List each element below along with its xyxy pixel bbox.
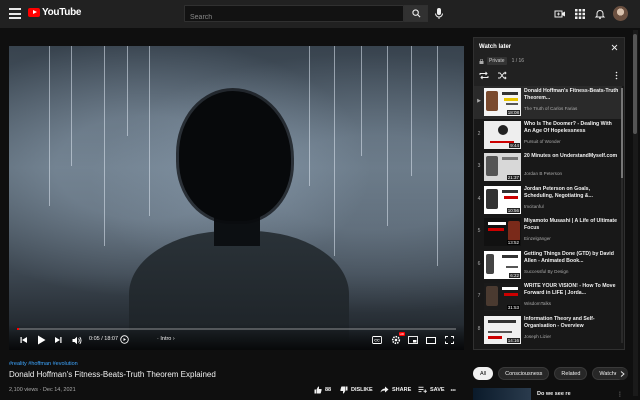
video-thumbnail[interactable]: 31:53 <box>484 283 521 311</box>
chip-all[interactable]: All <box>473 367 494 380</box>
youtube-logo[interactable]: YouTube <box>28 7 82 18</box>
thumbs-up-icon <box>314 386 322 394</box>
person-silhouette-head <box>179 91 291 221</box>
filter-chips: All Consciousness Related Watched <box>473 367 628 380</box>
video-thumbnail[interactable]: 10:56 <box>484 185 521 214</box>
like-count: 88 <box>325 387 332 393</box>
play-icon[interactable] <box>35 334 47 346</box>
loop-icon[interactable] <box>479 71 489 80</box>
lock-icon <box>479 58 484 64</box>
settings-gear-icon[interactable]: HD <box>389 332 405 346</box>
playlist-items: ▶ 18:08 Donald Hoffman's Fitness-Beats-T… <box>474 86 622 346</box>
playlist-header: Watch later Private 1 / 16 <box>474 38 624 86</box>
playlist-scrollbar[interactable] <box>621 88 623 343</box>
playlist-title[interactable]: Watch later <box>479 44 511 50</box>
like-button[interactable]: 88 <box>314 386 331 394</box>
save-playlist-icon <box>418 386 427 393</box>
playlist-position: 1 / 16 <box>511 58 525 64</box>
user-avatar[interactable] <box>613 6 628 21</box>
miniplayer-icon[interactable] <box>407 334 419 346</box>
video-thumbnail[interactable]: 13:52 <box>484 218 521 246</box>
video-frame[interactable] <box>9 46 464 350</box>
search-icon <box>411 9 420 18</box>
video-meta: 2,100 views · Dec 14, 2021 <box>9 387 76 393</box>
video-hashtags[interactable]: #reality #hoffman #evolution <box>9 361 78 367</box>
playlist-item[interactable]: 6 6:22 Getting Things Done (GTD) by Davi… <box>474 249 622 282</box>
thumbs-down-icon <box>340 386 348 394</box>
next-icon[interactable] <box>53 334 63 346</box>
video-title: Donald Hoffman's Fitness-Beats-Truth The… <box>9 370 216 379</box>
playlist-item[interactable]: 8 14:16 Information Theory and Self-Orga… <box>474 314 622 347</box>
search-button[interactable] <box>404 5 428 22</box>
recommended-video[interactable]: Do we see re ⋮ <box>473 388 623 400</box>
video-thumbnail[interactable]: 18:08 <box>484 88 521 116</box>
top-bar: YouTube <box>0 0 640 28</box>
video-thumbnail[interactable]: 21:37 <box>484 153 521 181</box>
chip-consciousness[interactable]: Consciousness <box>498 367 550 380</box>
playlist-subtitle: Private 1 / 16 <box>479 57 524 65</box>
playlist-item[interactable]: 5 13:52 Miyamoto Musashi | A Life of Ult… <box>474 216 622 249</box>
playlist-item[interactable]: 7 31:53 WRITE YOUR VISION! - How To Move… <box>474 281 622 314</box>
share-button[interactable]: SHARE <box>380 386 411 393</box>
chevron-right-icon[interactable] <box>616 368 628 380</box>
playlist-item[interactable]: ▶ 18:08 Donald Hoffman's Fitness-Beats-T… <box>474 86 622 119</box>
shuffle-icon[interactable] <box>497 71 507 80</box>
create-video-icon[interactable] <box>554 8 566 20</box>
chip-related[interactable]: Related <box>554 367 588 380</box>
search-box <box>184 5 404 25</box>
video-thumbnail[interactable]: 14:16 <box>484 315 521 344</box>
captions-icon[interactable]: CC <box>371 334 383 346</box>
playlist-privacy: Private <box>487 57 507 65</box>
page-scrollbar[interactable] <box>633 30 638 396</box>
notifications-bell-icon[interactable] <box>594 8 606 20</box>
logo-text: YouTube <box>42 7 82 18</box>
save-button[interactable]: SAVE <box>418 386 445 393</box>
playlist-item[interactable]: 4 10:56 Jordan Peterson on Goals, Schedu… <box>474 184 622 217</box>
apps-grid-icon[interactable] <box>574 8 586 20</box>
video-player[interactable]: 0:05 / 18:07 · Intro › CC HD <box>9 46 464 350</box>
playlist-panel: Watch later Private 1 / 16 ▶ 18:08 Donal… <box>473 37 625 350</box>
time-display: 0:05 / 18:07 <box>89 336 119 342</box>
close-icon[interactable] <box>611 44 618 51</box>
theater-mode-icon[interactable] <box>425 334 437 346</box>
more-vert-icon[interactable]: ⋮ <box>617 391 623 398</box>
progress-bar[interactable] <box>17 328 456 330</box>
playlist-item[interactable]: 2 9:44 Who Is The Doomer? - Dealing With… <box>474 119 622 152</box>
video-thumbnail[interactable]: 6:22 <box>484 250 521 279</box>
playlist-item[interactable]: 3 21:37 20 Minutes on UnderstandMyself.c… <box>474 151 622 184</box>
youtube-play-icon <box>28 8 40 17</box>
fullscreen-icon[interactable] <box>443 334 455 346</box>
video-thumbnail[interactable]: 9:44 <box>484 120 521 149</box>
svg-text:CC: CC <box>374 339 380 343</box>
player-controls: 0:05 / 18:07 · Intro › CC HD <box>9 324 464 350</box>
menu-icon[interactable] <box>9 8 21 19</box>
previous-icon[interactable] <box>19 334 29 346</box>
share-arrow-icon <box>380 386 389 393</box>
microphone-icon[interactable] <box>433 7 445 20</box>
now-playing-icon: ▶ <box>477 98 481 104</box>
autoplay-toggle-icon[interactable] <box>119 333 129 345</box>
search-input[interactable] <box>185 10 403 25</box>
video-thumbnail[interactable] <box>473 388 531 400</box>
more-vert-icon[interactable] <box>615 71 618 80</box>
hd-badge: HD <box>398 332 405 336</box>
volume-icon[interactable] <box>71 334 83 346</box>
recommended-title: Do we see re <box>537 391 571 397</box>
dislike-button[interactable]: DISLIKE <box>340 386 373 394</box>
chapter-label[interactable]: · Intro › <box>157 336 175 342</box>
more-actions-icon[interactable] <box>450 386 459 394</box>
